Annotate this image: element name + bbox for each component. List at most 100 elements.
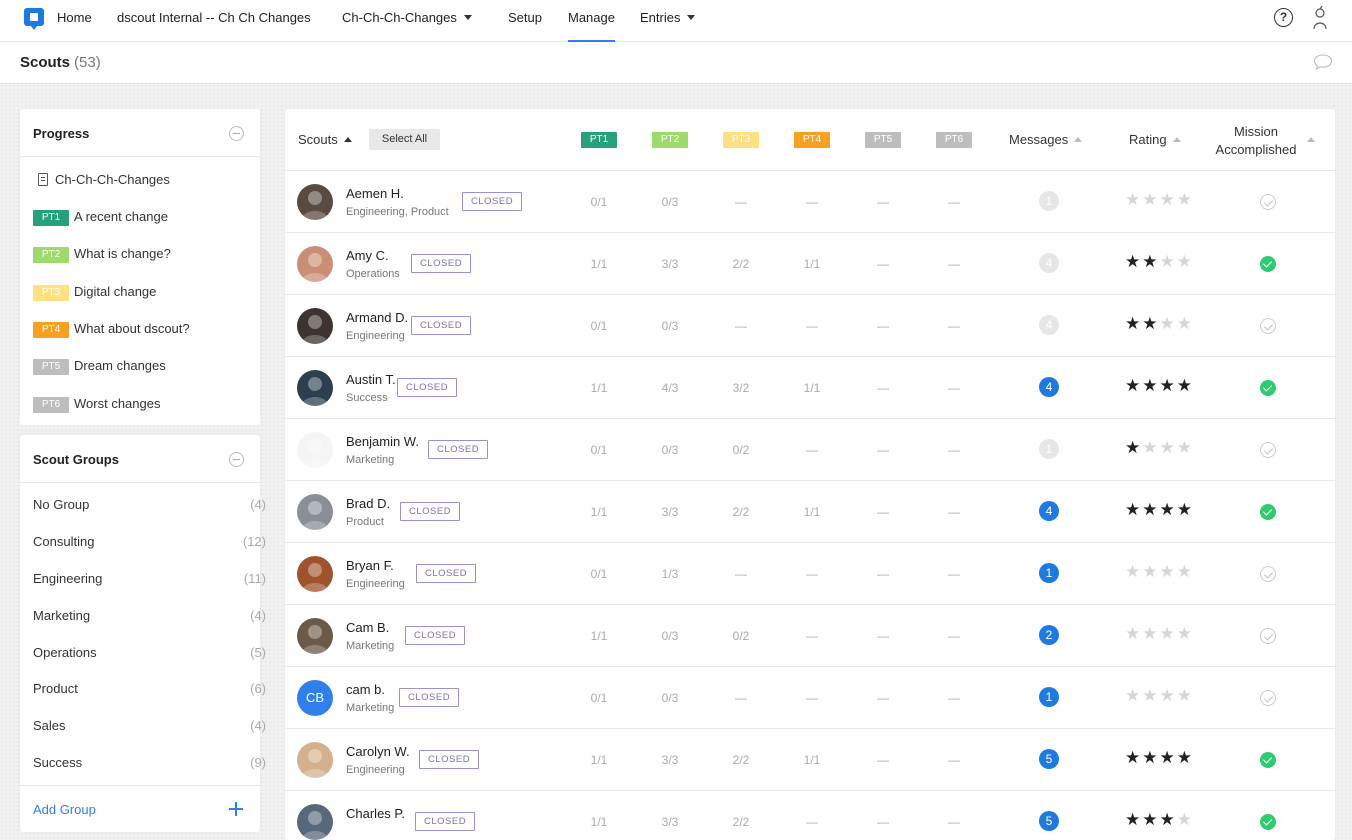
table-row[interactable]: Austin T. Success CLOSED 1/1 4/3 3/2 1/1— —4 ★★★… bbox=[285, 357, 1335, 419]
table-row[interactable]: Brad D. Product CLOSED 1/1 3/3 2/2 1/1— —4 ★★★★ bbox=[285, 481, 1335, 543]
star-icon[interactable]: ★ bbox=[1125, 438, 1142, 457]
group-item[interactable]: Operations (5) bbox=[33, 645, 266, 663]
message-count-badge[interactable]: 5 bbox=[1039, 749, 1059, 769]
chat-bubble-icon[interactable] bbox=[1313, 54, 1333, 70]
group-item[interactable]: No Group (4) bbox=[33, 497, 266, 515]
star-icon[interactable]: ★ bbox=[1160, 686, 1177, 705]
group-item[interactable]: Success (9) bbox=[33, 755, 266, 773]
avatar[interactable] bbox=[297, 804, 333, 840]
progress-part-6[interactable]: PT6 Worst changes bbox=[33, 396, 160, 414]
plus-icon[interactable] bbox=[229, 802, 243, 816]
rating-stars[interactable]: ★★★★ bbox=[1125, 562, 1194, 582]
group-item[interactable]: Engineering (11) bbox=[33, 571, 266, 589]
table-row[interactable]: Cam B. Marketing CLOSED 1/1 0/3 0/2— — —2 ★★★★ bbox=[285, 605, 1335, 667]
star-icon[interactable]: ★ bbox=[1160, 190, 1177, 209]
rating-stars[interactable]: ★★★★ bbox=[1125, 314, 1194, 334]
message-count-badge[interactable]: 1 bbox=[1039, 439, 1059, 459]
scout-name[interactable]: Cam B. bbox=[346, 620, 389, 635]
message-count-badge[interactable]: 5 bbox=[1039, 811, 1059, 831]
pt6-column-header[interactable]: PT6 bbox=[936, 132, 972, 148]
check-outline-icon[interactable] bbox=[1260, 690, 1276, 706]
collapse-icon[interactable] bbox=[229, 126, 244, 141]
add-group-row[interactable]: Add Group bbox=[20, 785, 260, 832]
rating-stars[interactable]: ★★★★ bbox=[1125, 190, 1194, 210]
message-count-badge[interactable]: 2 bbox=[1039, 625, 1059, 645]
sort-mission-header[interactable]: Mission Accomplished bbox=[1211, 123, 1301, 159]
star-icon[interactable]: ★ bbox=[1160, 252, 1177, 271]
nav-study-link[interactable]: dscout Internal -- Ch Ch Changes bbox=[117, 0, 311, 42]
star-icon[interactable]: ★ bbox=[1160, 376, 1177, 395]
scout-name[interactable]: Austin T. bbox=[346, 372, 396, 387]
star-icon[interactable]: ★ bbox=[1160, 314, 1177, 333]
pt3-column-header[interactable]: PT3 bbox=[723, 132, 759, 148]
check-circle-icon[interactable] bbox=[1260, 504, 1276, 520]
user-avatar-icon[interactable] bbox=[1311, 6, 1329, 30]
table-row[interactable]: Aemen H. Engineering, Product CLOSED 0/1 0/3… bbox=[285, 171, 1335, 233]
add-group-button[interactable]: Add Group bbox=[33, 802, 96, 817]
star-icon[interactable]: ★ bbox=[1142, 190, 1159, 209]
star-icon[interactable]: ★ bbox=[1142, 314, 1159, 333]
group-item[interactable]: Sales (4) bbox=[33, 718, 266, 736]
scout-name[interactable]: Brad D. bbox=[346, 496, 390, 511]
star-icon[interactable]: ★ bbox=[1160, 562, 1177, 581]
star-icon[interactable]: ★ bbox=[1142, 500, 1159, 519]
avatar[interactable] bbox=[297, 184, 333, 220]
avatar[interactable] bbox=[297, 370, 333, 406]
message-count-badge[interactable]: 4 bbox=[1039, 501, 1059, 521]
progress-part-1[interactable]: PT1 A recent change bbox=[33, 209, 168, 227]
nav-home-link[interactable]: Home bbox=[57, 0, 92, 42]
star-icon[interactable]: ★ bbox=[1142, 376, 1159, 395]
star-icon[interactable]: ★ bbox=[1125, 562, 1142, 581]
message-count-badge[interactable]: 1 bbox=[1039, 563, 1059, 583]
star-icon[interactable]: ★ bbox=[1177, 562, 1194, 581]
check-outline-icon[interactable] bbox=[1260, 628, 1276, 644]
star-icon[interactable]: ★ bbox=[1177, 376, 1194, 395]
scout-name[interactable]: cam b. bbox=[346, 682, 385, 697]
star-icon[interactable]: ★ bbox=[1125, 500, 1142, 519]
star-icon[interactable]: ★ bbox=[1125, 810, 1142, 829]
progress-part-5[interactable]: PT5 Dream changes bbox=[33, 358, 166, 376]
check-outline-icon[interactable] bbox=[1260, 442, 1276, 458]
select-all-button[interactable]: Select All bbox=[369, 129, 440, 150]
scout-name[interactable]: Charles P. bbox=[346, 806, 405, 821]
star-icon[interactable]: ★ bbox=[1160, 500, 1177, 519]
rating-stars[interactable]: ★★★★ bbox=[1125, 624, 1194, 644]
nav-entries-dropdown[interactable]: Entries bbox=[640, 0, 696, 42]
nav-setup-tab[interactable]: Setup bbox=[508, 0, 542, 42]
table-row[interactable]: Armand D. Engineering CLOSED 0/1 0/3— — — —4 ★★★… bbox=[285, 295, 1335, 357]
avatar[interactable] bbox=[297, 432, 333, 468]
avatar[interactable] bbox=[297, 556, 333, 592]
help-icon[interactable]: ? bbox=[1274, 8, 1293, 27]
star-icon[interactable]: ★ bbox=[1125, 376, 1142, 395]
rating-stars[interactable]: ★★★★ bbox=[1125, 500, 1194, 520]
scout-name[interactable]: Benjamin W. bbox=[346, 434, 419, 449]
rating-stars[interactable]: ★★★★ bbox=[1125, 252, 1194, 272]
star-icon[interactable]: ★ bbox=[1142, 686, 1159, 705]
table-row[interactable]: Benjamin W. Marketing CLOSED 0/1 0/3 0/2 — — — 1 ★… bbox=[285, 419, 1335, 481]
message-count-badge[interactable]: 1 bbox=[1039, 191, 1059, 211]
check-outline-icon[interactable] bbox=[1260, 194, 1276, 210]
pt1-column-header[interactable]: PT1 bbox=[581, 132, 617, 148]
star-icon[interactable]: ★ bbox=[1177, 500, 1194, 519]
avatar[interactable] bbox=[297, 494, 333, 530]
check-circle-icon[interactable] bbox=[1260, 814, 1276, 830]
message-count-badge[interactable]: 1 bbox=[1039, 687, 1059, 707]
star-icon[interactable]: ★ bbox=[1142, 810, 1159, 829]
table-row[interactable]: Carolyn W. Engineering CLOSED 1/1 3/3 2/2 1/1 —… bbox=[285, 729, 1335, 791]
check-outline-icon[interactable] bbox=[1260, 566, 1276, 582]
scout-name[interactable]: Aemen H. bbox=[346, 186, 404, 201]
star-icon[interactable]: ★ bbox=[1125, 252, 1142, 271]
group-item[interactable]: Product (6) bbox=[33, 681, 266, 699]
avatar[interactable]: CB bbox=[297, 680, 333, 716]
star-icon[interactable]: ★ bbox=[1125, 624, 1142, 643]
star-icon[interactable]: ★ bbox=[1142, 252, 1159, 271]
avatar[interactable] bbox=[297, 246, 333, 282]
progress-mission-item[interactable]: Ch-Ch-Ch-Changes bbox=[33, 172, 170, 190]
check-circle-icon[interactable] bbox=[1260, 380, 1276, 396]
rating-stars[interactable]: ★★★★ bbox=[1125, 438, 1194, 458]
star-icon[interactable]: ★ bbox=[1160, 748, 1177, 767]
star-icon[interactable]: ★ bbox=[1125, 314, 1142, 333]
rating-stars[interactable]: ★★★★ bbox=[1125, 376, 1194, 396]
rating-stars[interactable]: ★★★★ bbox=[1125, 686, 1194, 706]
sort-scouts-header[interactable]: Scouts bbox=[298, 132, 352, 147]
